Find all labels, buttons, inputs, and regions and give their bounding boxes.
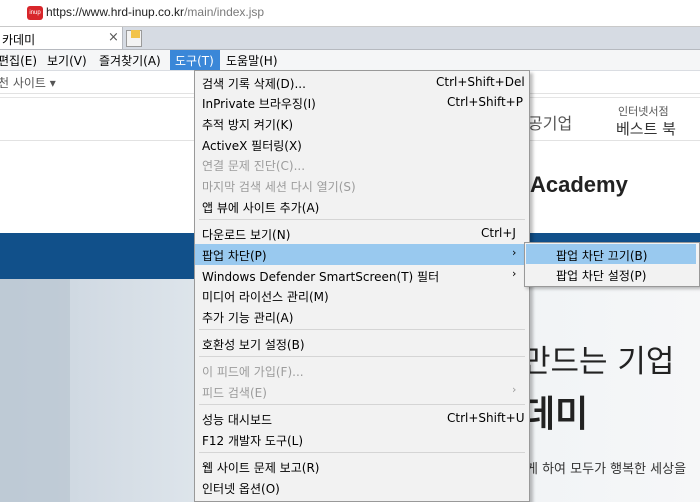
suggested-sites-link[interactable]: 천 사이트 ▾ (0, 74, 56, 91)
menu-item-media-licenses[interactable]: 미디어 라이선스 관리(M) (195, 285, 529, 306)
menu-separator (199, 452, 525, 453)
submenu-arrow-icon: › (512, 246, 517, 259)
menu-item-label: 팝업 차단(P) (202, 249, 267, 263)
menu-item-label: 호환성 보기 설정(B) (202, 338, 305, 352)
url-text[interactable]: https://www.hrd-inup.co.kr/main/index.js… (46, 5, 264, 19)
menu-item-label: 웹 사이트 문제 보고(R) (202, 461, 320, 475)
menu-item-subscribe-feed: 이 피드에 가입(F)... (195, 360, 529, 381)
nav-best-book[interactable]: 베스트 북 (616, 118, 676, 139)
menu-item-label: 마지막 검색 세션 다시 열기(S) (202, 180, 356, 194)
menu-separator (199, 219, 525, 220)
menu-item-smartscreen[interactable]: Windows Defender SmartScreen(T) 필터 › (195, 265, 529, 286)
menu-item-label: InPrivate 브라우징(I) (202, 97, 316, 111)
menu-item-shortcut: Ctrl+Shift+U (447, 411, 525, 425)
menu-item-shortcut: Ctrl+Shift+Del (436, 75, 525, 89)
menu-item-performance-dashboard[interactable]: 성능 대시보드 Ctrl+Shift+U (195, 408, 529, 429)
menu-item-label: 앱 뷰에 사이트 추가(A) (202, 201, 320, 215)
nav-bookstore-label[interactable]: 인터넷서점 (618, 103, 669, 119)
site-logo[interactable]: Academy (530, 172, 628, 198)
submenu-arrow-icon: › (512, 267, 517, 280)
menu-item-view-downloads[interactable]: 다운로드 보기(N) Ctrl+J (195, 223, 529, 244)
browser-tab[interactable]: 카데미 × (0, 27, 123, 49)
menu-item-manage-addons[interactable]: 추가 기능 관리(A) (195, 306, 529, 327)
menu-item-delete-history[interactable]: 검색 기록 삭제(D)... Ctrl+Shift+Del (195, 72, 529, 93)
menu-item-f12-devtools[interactable]: F12 개발자 도구(L) (195, 429, 529, 450)
menu-item-label: 인터넷 옵션(O) (202, 482, 280, 496)
menu-item-label: F12 개발자 도구(L) (202, 434, 304, 448)
menu-item-inprivate[interactable]: InPrivate 브라우징(I) Ctrl+Shift+P (195, 92, 529, 113)
hero-subtitle: 게 하여 모두가 행복한 세상을 (526, 462, 687, 477)
menu-item-shortcut: Ctrl+J (481, 226, 516, 240)
tab-title: 카데미 (2, 33, 36, 47)
menu-item-compatibility-view[interactable]: 호환성 보기 설정(B) (195, 333, 529, 354)
menu-separator (199, 356, 525, 357)
menu-item-label: ActiveX 필터링(X) (202, 139, 302, 153)
menu-item-label: 이 피드에 가입(F)... (202, 365, 304, 379)
menu-view[interactable]: 보기(V) (47, 52, 87, 69)
menu-item-activex-filtering[interactable]: ActiveX 필터링(X) (195, 134, 529, 155)
menu-item-label: 미디어 라이선스 관리(M) (202, 290, 329, 304)
menu-item-shortcut: Ctrl+Shift+P (447, 95, 523, 109)
menu-item-label: 피드 검색(E) (202, 386, 267, 400)
submenu-item-popup-blocker-settings[interactable]: 팝업 차단 설정(P) (556, 267, 646, 284)
site-favicon-icon: inup (27, 6, 43, 20)
menu-item-label: Windows Defender SmartScreen(T) 필터 (202, 270, 440, 284)
menu-item-report-problem[interactable]: 웹 사이트 문제 보고(R) (195, 456, 529, 477)
url-domain: https://www.hrd-inup.co.kr (46, 5, 185, 19)
hero-headline: 만드는 기업 (522, 344, 675, 380)
menu-item-popup-blocker[interactable]: 팝업 차단(P) › (195, 244, 529, 265)
submenu-arrow-icon: › (512, 383, 517, 396)
menu-tools-label: 도구(T) (175, 54, 214, 68)
new-tab-star-icon (131, 30, 140, 38)
menu-item-feed-discovery: 피드 검색(E) › (195, 381, 529, 402)
menu-item-label: 성능 대시보드 (202, 413, 273, 427)
menu-item-tracking-protection[interactable]: 추적 방지 켜기(K) (195, 113, 529, 134)
menu-item-internet-options[interactable]: 인터넷 옵션(O) (195, 477, 529, 498)
url-path: /main/index.jsp (184, 5, 265, 19)
nav-item-public-company[interactable]: 공기업 (528, 110, 572, 134)
menu-item-label: 연결 문제 진단(C)... (202, 159, 306, 173)
menu-item-label: 추적 방지 켜기(K) (202, 118, 294, 132)
menu-separator (199, 329, 525, 330)
menu-separator (199, 404, 525, 405)
close-tab-icon[interactable]: × (108, 30, 119, 45)
menu-edit[interactable]: 편집(E) (0, 52, 37, 69)
menu-item-label: 검색 기록 삭제(D)... (202, 77, 306, 91)
submenu-item-turn-off-popup-blocker[interactable]: 팝업 차단 끄기(B) (556, 247, 647, 264)
hero-image (0, 279, 70, 502)
menu-item-reopen-session: 마지막 검색 세션 다시 열기(S) (195, 175, 529, 196)
menu-favorites[interactable]: 즐겨찾기(A) (99, 52, 161, 69)
menu-item-label: 추가 기능 관리(A) (202, 311, 294, 325)
menu-item-label: 다운로드 보기(N) (202, 228, 291, 242)
hero-title: 데미 (522, 394, 589, 435)
menu-help[interactable]: 도움말(H) (226, 52, 278, 69)
menu-tools[interactable]: 도구(T) (170, 50, 220, 70)
menu-item-add-to-apps[interactable]: 앱 뷰에 사이트 추가(A) (195, 196, 529, 217)
menu-item-diagnose-connection: 연결 문제 진단(C)... (195, 154, 529, 175)
